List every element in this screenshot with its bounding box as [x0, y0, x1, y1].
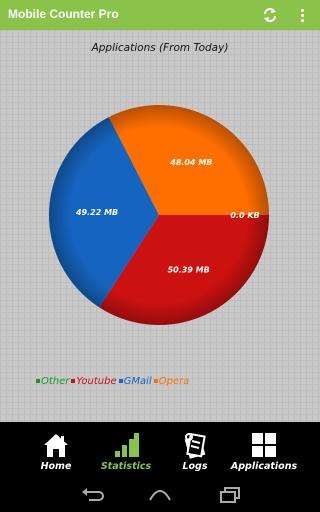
chart-area: Applications (From Today) 0.0 KB 50.39 MB… — [0, 30, 320, 422]
nav-statistics-label: Statistics — [100, 461, 152, 472]
pie-label-opera: 48.04 MB — [169, 158, 212, 167]
system-navigation-bar — [0, 477, 320, 512]
recents-icon[interactable] — [215, 486, 245, 504]
nav-statistics[interactable]: Statistics — [86, 422, 166, 477]
nav-logs[interactable]: Logs — [155, 422, 235, 477]
refresh-icon[interactable] — [260, 5, 280, 25]
legend-item-youtube: Youtube — [71, 376, 117, 387]
app-bar: Mobile Counter Pro — [0, 0, 320, 30]
applications-icon — [250, 431, 278, 459]
home-icon — [42, 431, 70, 459]
nav-home-label: Home — [40, 461, 72, 472]
legend-item-gmail: GMail — [118, 376, 152, 387]
pie-label-other: 0.0 KB — [230, 211, 259, 220]
nav-applications[interactable]: Applications — [224, 422, 304, 477]
pie-chart: 0.0 KB 50.39 MB 49.22 MB 48.04 MB — [49, 105, 269, 325]
statistics-icon — [112, 431, 140, 459]
home-button-icon[interactable] — [145, 486, 175, 504]
nav-applications-label: Applications — [230, 461, 298, 472]
back-icon[interactable] — [78, 486, 108, 504]
app-title: Mobile Counter Pro — [8, 7, 119, 21]
logs-icon — [181, 431, 209, 459]
legend-item-opera: Opera — [153, 376, 189, 387]
nav-logs-label: Logs — [182, 461, 208, 472]
pie-label-gmail: 49.22 MB — [75, 208, 118, 217]
bottom-navigation: Home Statistics Logs Applications — [0, 422, 320, 477]
nav-home[interactable]: Home — [16, 422, 96, 477]
chart-legend: Other Youtube GMail Opera — [36, 376, 189, 387]
pie-label-youtube: 50.39 MB — [168, 265, 210, 274]
legend-item-other: Other — [36, 376, 69, 387]
overflow-menu-icon[interactable] — [292, 5, 312, 25]
